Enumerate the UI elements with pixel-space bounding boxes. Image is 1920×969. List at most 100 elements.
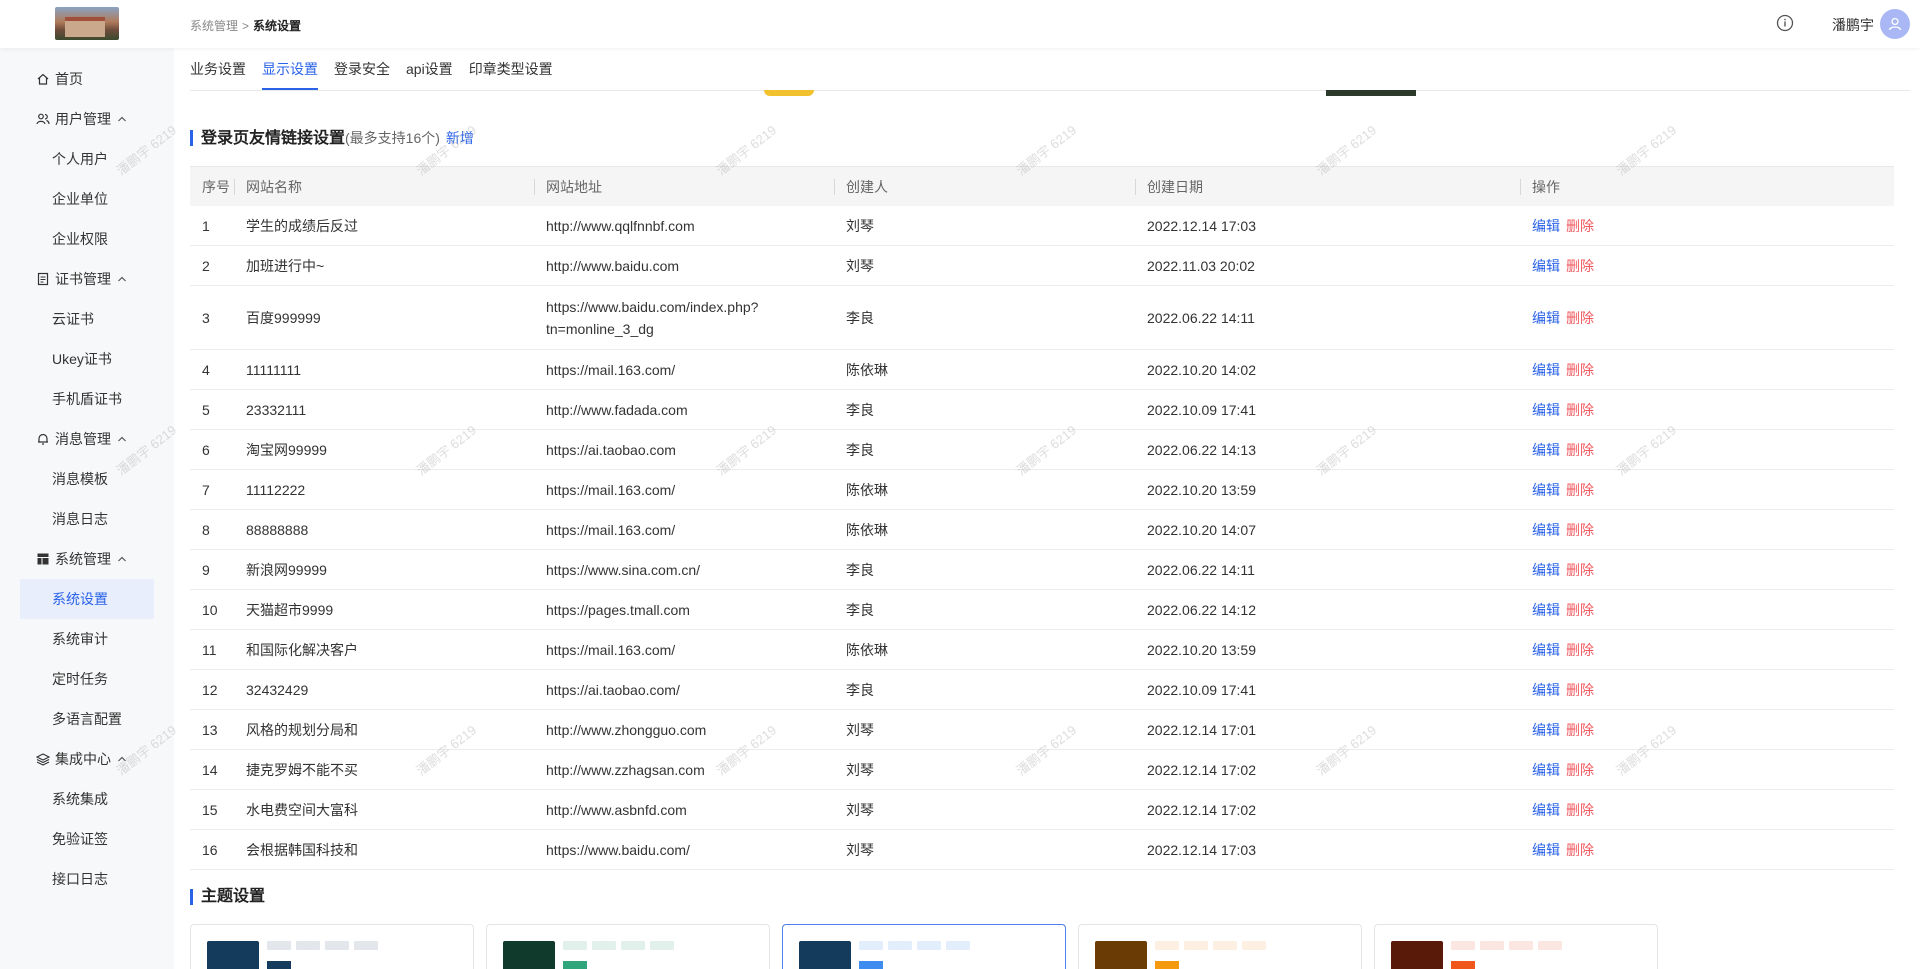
- tab-2[interactable]: 显示设置: [262, 48, 318, 90]
- theme-light-swatches: [267, 941, 383, 950]
- logo[interactable]: [55, 7, 119, 40]
- edit-link-button[interactable]: 编辑: [1532, 482, 1560, 498]
- delete-link-button[interactable]: 删除: [1566, 642, 1594, 658]
- row-actions: 编辑 删除: [1520, 255, 1894, 277]
- delete-link-button[interactable]: 删除: [1566, 522, 1594, 538]
- sidebar-item-14[interactable]: 系统设置: [20, 579, 154, 619]
- delete-link-button[interactable]: 删除: [1566, 402, 1594, 418]
- created-date: 2022.10.09 17:41: [1147, 681, 1256, 698]
- delete-link-button[interactable]: 删除: [1566, 258, 1594, 274]
- site-name: 捷克罗姆不能不买: [246, 761, 358, 778]
- sidebar-item-21[interactable]: 接口日志: [20, 859, 154, 899]
- sidebar-item-18[interactable]: 集成中心: [20, 739, 154, 779]
- theme-light-swatch: [267, 941, 291, 950]
- theme-option-4[interactable]: [1078, 924, 1362, 969]
- creator: 李良: [846, 681, 874, 698]
- edit-link-button[interactable]: 编辑: [1532, 682, 1560, 698]
- tab-5[interactable]: 印章类型设置: [469, 48, 553, 90]
- chevron-up-icon[interactable]: [117, 754, 127, 764]
- edit-link-button[interactable]: 编辑: [1532, 362, 1560, 378]
- edit-link-button[interactable]: 编辑: [1532, 402, 1560, 418]
- delete-link-button[interactable]: 删除: [1566, 762, 1594, 778]
- sidebar-item-17[interactable]: 多语言配置: [20, 699, 154, 739]
- theme-option-3[interactable]: [782, 924, 1066, 969]
- row-number: 6: [202, 441, 210, 458]
- delete-link-button[interactable]: 删除: [1566, 802, 1594, 818]
- table-row: 11 和国际化解决客户 https://mail.163.com/陈依琳 2022.1…: [190, 630, 1894, 670]
- sidebar-item-20[interactable]: 免验证签: [20, 819, 154, 859]
- edit-link-button[interactable]: 编辑: [1532, 522, 1560, 538]
- site-name: 23332111: [246, 401, 307, 418]
- sidebar-item-12[interactable]: 消息日志: [20, 499, 154, 539]
- sidebar-item-3[interactable]: 个人用户: [20, 139, 154, 179]
- theme-option-1[interactable]: [190, 924, 474, 969]
- avatar[interactable]: [1880, 9, 1910, 39]
- top-header: 系统管理 > 系统设置 潘鹏宇: [0, 0, 1920, 48]
- sidebar-item-5[interactable]: 企业权限: [20, 219, 154, 259]
- chevron-up-icon[interactable]: [117, 434, 127, 444]
- delete-link-button[interactable]: 删除: [1566, 842, 1594, 858]
- layout-icon: [37, 553, 49, 565]
- tab-4[interactable]: api设置: [406, 48, 453, 90]
- sidebar-item-13[interactable]: 系统管理: [20, 539, 154, 579]
- sidebar-item-11[interactable]: 消息模板: [20, 459, 154, 499]
- sidebar-item-label: 企业权限: [52, 231, 108, 247]
- delete-link-button[interactable]: 删除: [1566, 562, 1594, 578]
- add-link-button[interactable]: 新增: [446, 130, 474, 146]
- sidebar-item-6[interactable]: 证书管理: [20, 259, 154, 299]
- row-actions: 编辑 删除: [1520, 399, 1894, 421]
- sidebar-item-9[interactable]: 手机盾证书: [20, 379, 154, 419]
- site-name: 11111111: [246, 361, 302, 378]
- chevron-up-icon[interactable]: [117, 274, 127, 284]
- created-date: 2022.12.14 17:02: [1147, 801, 1256, 818]
- chevron-up-icon[interactable]: [117, 554, 127, 564]
- site-url: https://www.baidu.com/: [534, 839, 834, 861]
- theme-option-5[interactable]: [1374, 924, 1658, 969]
- sidebar-item-19[interactable]: 系统集成: [20, 779, 154, 819]
- sidebar-item-7[interactable]: 云证书: [20, 299, 154, 339]
- delete-link-button[interactable]: 删除: [1566, 482, 1594, 498]
- theme-option-2[interactable]: [486, 924, 770, 969]
- sidebar-item-4[interactable]: 企业单位: [20, 179, 154, 219]
- theme-light-swatch: [592, 941, 616, 950]
- site-url: http://www.fadada.com: [534, 399, 834, 421]
- delete-link-button[interactable]: 删除: [1566, 362, 1594, 378]
- edit-link-button[interactable]: 编辑: [1532, 642, 1560, 658]
- delete-link-button[interactable]: 删除: [1566, 442, 1594, 458]
- user-icon: [1888, 17, 1902, 31]
- table-row: 8 88888888 https://mail.163.com/陈依琳 2022.10…: [190, 510, 1894, 550]
- edit-link-button[interactable]: 编辑: [1532, 802, 1560, 818]
- edit-link-button[interactable]: 编辑: [1532, 762, 1560, 778]
- edit-link-button[interactable]: 编辑: [1532, 722, 1560, 738]
- tab-3[interactable]: 登录安全: [334, 48, 390, 90]
- username[interactable]: 潘鹏宇: [1832, 15, 1874, 35]
- theme-section-title: 主题设置: [190, 889, 265, 905]
- site-url: http://www.asbnfd.com: [534, 799, 834, 821]
- info-icon[interactable]: [1776, 14, 1794, 32]
- sidebar-item-15[interactable]: 系统审计: [20, 619, 154, 659]
- sidebar-item-1[interactable]: 首页: [20, 59, 154, 99]
- edit-link-button[interactable]: 编辑: [1532, 842, 1560, 858]
- created-date: 2022.10.09 17:41: [1147, 401, 1256, 418]
- tab-1[interactable]: 业务设置: [190, 48, 246, 90]
- breadcrumb-parent[interactable]: 系统管理: [190, 19, 238, 33]
- edit-link-button[interactable]: 编辑: [1532, 258, 1560, 274]
- site-url-text: http://www.fadada.com: [546, 401, 688, 418]
- delete-link-button[interactable]: 删除: [1566, 310, 1594, 326]
- sidebar-item-10[interactable]: 消息管理: [20, 419, 154, 459]
- sidebar-item-16[interactable]: 定时任务: [20, 659, 154, 699]
- chevron-up-icon[interactable]: [117, 114, 127, 124]
- sidebar-item-8[interactable]: Ukey证书: [20, 339, 154, 379]
- delete-link-button[interactable]: 删除: [1566, 218, 1594, 234]
- delete-link-button[interactable]: 删除: [1566, 682, 1594, 698]
- edit-link-button[interactable]: 编辑: [1532, 218, 1560, 234]
- delete-link-button[interactable]: 删除: [1566, 602, 1594, 618]
- edit-link-button[interactable]: 编辑: [1532, 562, 1560, 578]
- edit-link-button[interactable]: 编辑: [1532, 442, 1560, 458]
- edit-link-button[interactable]: 编辑: [1532, 310, 1560, 326]
- sidebar-item-2[interactable]: 用户管理: [20, 99, 154, 139]
- created-date: 2022.06.22 14:11: [1147, 309, 1255, 326]
- delete-link-button[interactable]: 删除: [1566, 722, 1594, 738]
- edit-link-button[interactable]: 编辑: [1532, 602, 1560, 618]
- bell-icon: [38, 433, 48, 445]
